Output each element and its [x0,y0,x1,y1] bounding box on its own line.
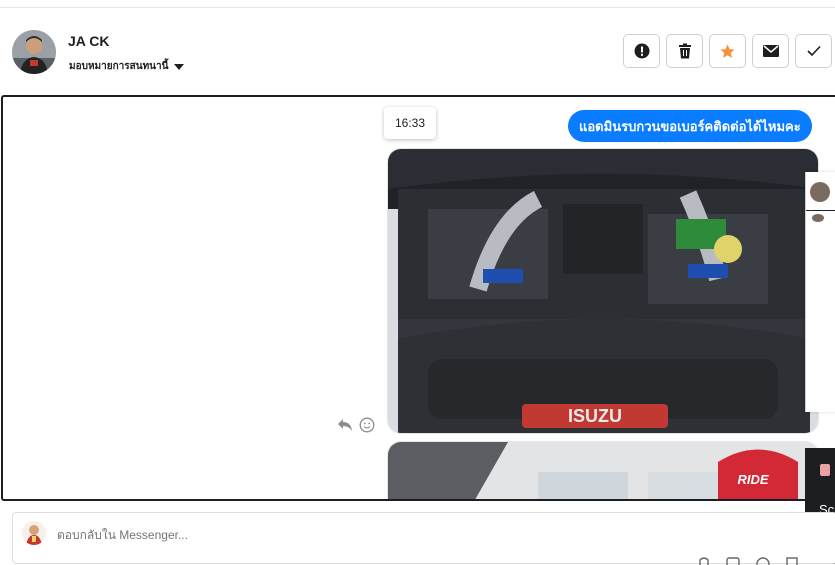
envelope-icon [762,45,779,57]
reply-composer [12,512,835,565]
notification-icon [820,464,830,476]
action-buttons [623,34,832,68]
message-reactions [337,417,375,433]
message-timestamp: 16:33 [384,107,436,139]
reply-icon[interactable] [337,418,353,432]
assign-conversation-dropdown[interactable]: มอบหมายการสนทนานี้ [69,59,185,74]
trash-icon [678,43,691,59]
car-interior-photo-icon: RIDE [388,442,818,499]
star-button[interactable] [709,34,746,68]
engine-photo[interactable]: ISUZU [387,148,819,434]
report-button[interactable] [623,34,660,68]
check-icon [806,45,821,57]
emoji-icon[interactable] [359,417,375,433]
done-button[interactable] [795,34,832,68]
side-panel [805,172,835,412]
engine-photo-badge: ISUZU [568,406,622,426]
top-border [0,0,835,8]
side-mini-avatar [812,214,824,222]
interior-photo[interactable]: RIDE [387,441,819,499]
reply-input[interactable] [57,528,657,542]
page-avatar [22,521,46,545]
exclamation-icon [634,43,649,59]
contact-name: JA CK [68,33,110,49]
interior-photo-badge: RIDE [737,472,768,487]
delete-button[interactable] [666,34,703,68]
contact-avatar[interactable] [12,30,56,74]
message-bubble[interactable]: แอดมินรบกวนขอเบอร์คติดต่อได้ไหมคะ [568,110,812,142]
conversation-header: JA CK มอบหมายการสนทนานี้ [0,8,835,94]
message-thread[interactable]: 16:33 แอดมินรบกวนขอเบอร์คติดต่อได้ไหมคะ … [1,95,835,501]
engine-photo-icon: ISUZU [388,149,818,433]
star-icon [720,43,735,58]
mail-button[interactable] [752,34,789,68]
assign-label: มอบหมายการสนทนานี้ [69,61,169,72]
side-divider [806,210,835,211]
side-avatar[interactable] [810,182,830,202]
caret-down-icon [174,63,185,70]
